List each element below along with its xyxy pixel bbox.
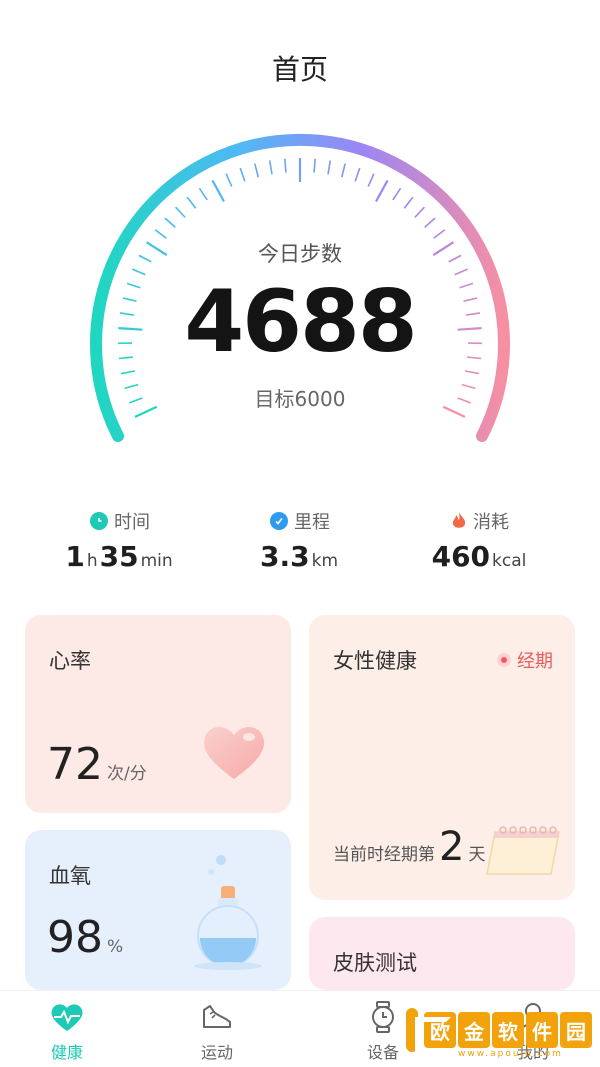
tab-sport[interactable]: 运动 [167,1001,267,1063]
watermark-logo: 欧 金 软 件 园 www.apoujn.com [406,1005,592,1059]
stat-distance-unit: km [311,551,338,571]
stat-distance-value: 3.3 [259,540,310,573]
skin-test-title: 皮肤测试 [333,951,417,975]
stat-distance-label: 里程 [294,512,330,533]
heart-icon [204,726,264,779]
gauge-tick [313,158,317,173]
blood-oxygen-unit: % [107,937,124,957]
steps-target: 目标6000 [254,387,346,411]
gauge-tick [164,217,176,228]
blood-oxygen-value: 98 [47,912,103,963]
health-heart-icon [51,1004,83,1031]
stat-time-minutes-unit: min [140,551,173,571]
female-health-card[interactable]: 女性健康 经期 当前时经期第 2 天 [309,615,575,900]
period-badge: 经期 [497,647,553,673]
stat-distance[interactable]: 里程 3.3 km [200,508,400,573]
heart-rate-value: 72 [47,739,103,790]
gauge-tick [186,196,197,209]
stat-time-label: 时间 [114,512,150,533]
gauge-tick [414,206,425,218]
steps-value: 4688 [184,272,417,372]
female-health-title: 女性健康 [333,649,417,673]
gauge-tick [254,163,260,178]
blood-oxygen-title: 血氧 [49,864,91,888]
period-badge-label: 经期 [517,651,553,672]
gauge-tick [340,163,346,178]
gauge-tick [283,158,287,173]
stat-calories-unit: kcal [492,551,527,571]
tab-health[interactable]: 健康 [17,1001,117,1063]
period-prefix: 当前时经期第 [333,845,435,865]
stat-time[interactable]: 时间 1 h35 min [20,508,220,573]
flame-icon [451,511,467,531]
gauge-tick [268,160,273,175]
gauge-tick [327,160,332,175]
gauge-tick [433,229,446,239]
gauge-tick [392,187,402,201]
stat-time-hours-unit: h [86,551,98,571]
blood-oxygen-card[interactable]: 血氧 98% [25,830,291,990]
stat-calories-label: 消耗 [473,512,509,533]
gauge-tick [198,187,208,201]
record-dot-icon [497,653,511,667]
gauge-tick [424,217,436,228]
stat-calories[interactable]: 消耗 460 kcal [380,508,580,573]
activity-stats: 时间 1 h35 min 里程 3.3 km 消耗 460 kcal [0,508,600,588]
skin-test-card[interactable]: 皮肤测试 [309,917,575,990]
gauge-tick [367,173,375,187]
heart-rate-unit: 次/分 [107,764,147,784]
gauge-tick [375,179,389,203]
steps-label: 今日步数 [258,242,342,266]
stat-time-minutes: 35 [99,540,139,573]
watch-icon [372,1001,394,1033]
calendar-icon [486,826,560,875]
tab-sport-label: 运动 [200,1043,233,1062]
stat-time-hours: 1 [65,540,85,573]
watermark-char: 园 [560,1012,592,1048]
watermark-url: www.apoujn.com [458,1049,563,1059]
clock-icon [90,512,108,530]
stat-calories-value: 460 [431,540,491,573]
shoe-icon [203,1005,231,1028]
gauge-tick [175,206,186,218]
watermark-char: 金 [458,1012,490,1048]
watermark-icon [406,1008,451,1053]
page-title: 首页 [271,53,328,86]
check-icon [270,512,288,530]
period-day-value: 2 [439,824,465,870]
gauge-tick [403,196,414,209]
heart-rate-title: 心率 [49,649,91,673]
watermark-char: 软 [492,1012,524,1048]
gauge-tick [225,173,233,187]
watermark-char: 件 [526,1012,558,1048]
gauge-tick [354,167,361,182]
period-day-text: 当前时经期第 2 天 [333,824,485,870]
gauge-tick [211,179,225,203]
tab-health-label: 健康 [50,1043,83,1062]
gauge-tick [154,229,167,239]
gauge-tick [239,167,246,182]
flask-icon [194,855,262,970]
heart-rate-card[interactable]: 心率 72 次/分 [25,615,291,813]
